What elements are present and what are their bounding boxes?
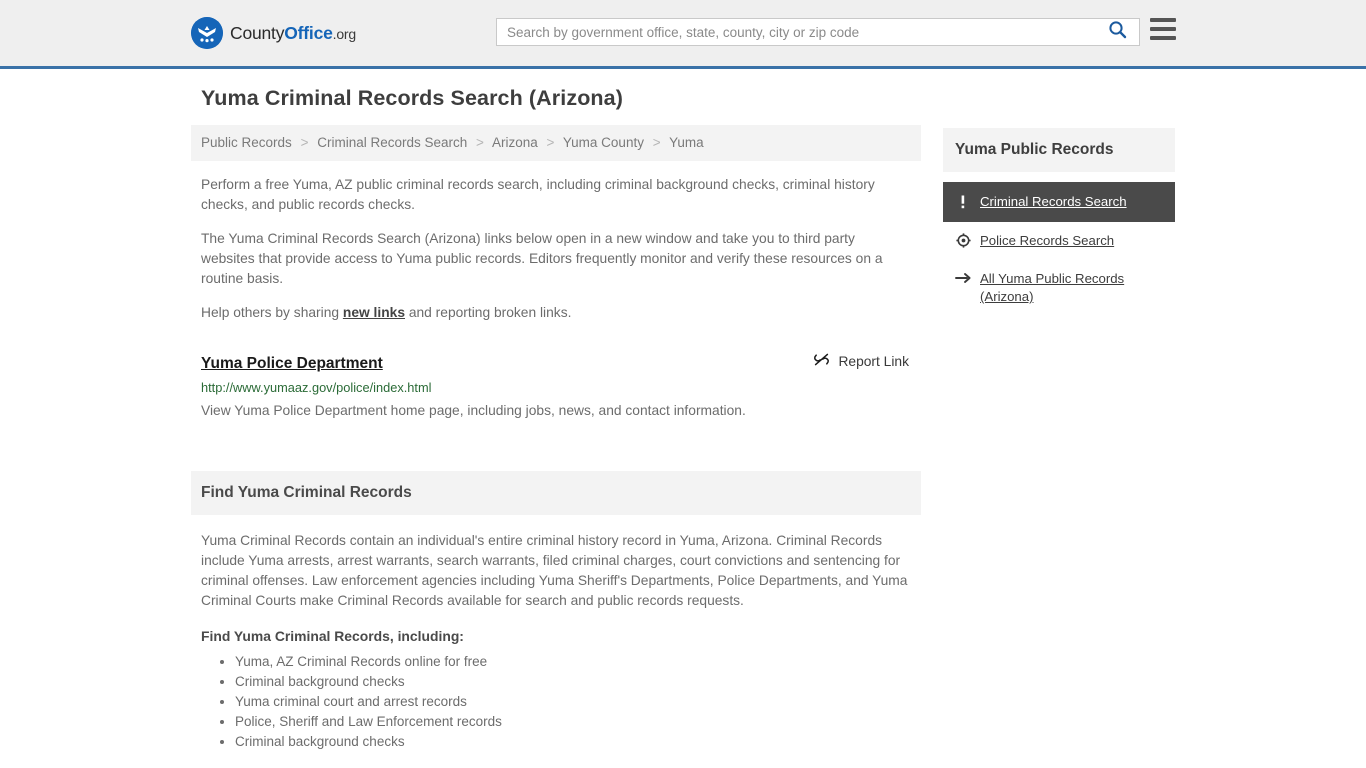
list-item: Criminal background checks [220,672,911,692]
site-logo[interactable]: CountyOffice.org [191,17,356,49]
exclamation-icon [955,193,971,210]
new-links-link[interactable]: new links [343,305,405,320]
logo-text-county: County [230,22,285,43]
breadcrumb-separator: > [476,135,484,150]
arrow-right-icon [955,270,971,285]
page-body: Yuma Criminal Records Search (Arizona) P… [0,69,1366,752]
eagle-shield-logo-icon [191,17,223,49]
logo-wordmark: CountyOffice.org [230,23,356,44]
hamburger-bar [1150,36,1176,40]
broken-link-icon [813,351,830,371]
help-prefix: Help others by sharing [201,305,343,321]
breadcrumb-separator: > [652,135,661,150]
sidebar-item-label: Police Records Search [980,233,1115,248]
result-item: Yuma Police Department Report Link http:… [201,351,911,421]
sidebar-item-label: Criminal Records Search [980,194,1127,209]
breadcrumb-item-public-records[interactable]: Public Records [201,135,292,150]
list-item: Yuma, AZ Criminal Records online for fre… [220,652,911,672]
sidebar-item-criminal-records-search[interactable]: Criminal Records Search [943,182,1175,222]
list-item: Police, Sheriff and Law Enforcement reco… [220,712,911,732]
section-paragraph: Yuma Criminal Records contain an individ… [201,533,908,609]
breadcrumb-item-yuma[interactable]: Yuma [669,135,704,150]
hamburger-bar [1150,27,1176,31]
list-item: Criminal background checks [220,732,911,752]
content-container: Yuma Criminal Records Search (Arizona) P… [191,69,1175,752]
main-column: Public Records > Criminal Records Search… [191,125,921,752]
search-icon [1108,20,1127,44]
breadcrumb: Public Records > Criminal Records Search… [191,125,921,162]
site-header: CountyOffice.org [0,0,1366,69]
search-input[interactable] [496,18,1096,46]
intro-paragraph-1: Perform a free Yuma, AZ public criminal … [201,177,875,213]
intro-paragraph-2: The Yuma Criminal Records Search (Arizon… [201,231,883,287]
breadcrumb-separator: > [546,135,555,150]
hamburger-menu-icon[interactable] [1150,18,1176,40]
hamburger-bar [1150,18,1176,22]
result-header-row: Yuma Police Department Report Link [201,351,911,373]
sidebar: Yuma Public Records Criminal Records Sea… [943,128,1175,316]
section-header-bar: Find Yuma Criminal Records [191,471,921,516]
sidebar-heading: Yuma Public Records [955,141,1114,158]
help-paragraph: Help others by sharing new links and rep… [201,303,911,323]
sidebar-item-police-records-search[interactable]: Police Records Search [943,222,1175,260]
breadcrumb-item-yuma-county[interactable]: Yuma County [563,135,644,150]
two-column-layout: Public Records > Criminal Records Search… [191,125,1175,752]
search-bar [496,18,1140,46]
result-url[interactable]: http://www.yumaaz.gov/police/index.html [201,380,911,395]
report-link-button[interactable]: Report Link [813,351,911,371]
sidebar-item-label: All Yuma Public Records (Arizona) [980,271,1125,304]
list-item: Yuma criminal court and arrest records [220,692,911,712]
page-title: Yuma Criminal Records Search (Arizona) [201,86,623,110]
breadcrumb-separator: > [300,135,309,150]
criminal-records-list: Yuma, AZ Criminal Records online for fre… [201,652,911,752]
help-suffix: and reporting broken links. [405,305,572,321]
breadcrumb-item-arizona[interactable]: Arizona [492,135,538,150]
result-description: View Yuma Police Department home page, i… [201,403,746,419]
search-button[interactable] [1096,18,1140,46]
sidebar-header: Yuma Public Records [943,128,1175,172]
breadcrumb-item-criminal-records-search[interactable]: Criminal Records Search [317,135,467,150]
sidebar-item-all-yuma-public-records[interactable]: All Yuma Public Records (Arizona) [943,260,1175,316]
logo-text-office: Office [284,22,333,43]
logo-text-org: .org [332,25,357,42]
section-heading: Find Yuma Criminal Records [201,484,412,502]
report-link-label: Report Link [838,353,909,369]
crosshair-target-icon [955,232,971,248]
section-list-heading: Find Yuma Criminal Records, including: [201,628,464,645]
result-title-link[interactable]: Yuma Police Department [201,355,383,373]
